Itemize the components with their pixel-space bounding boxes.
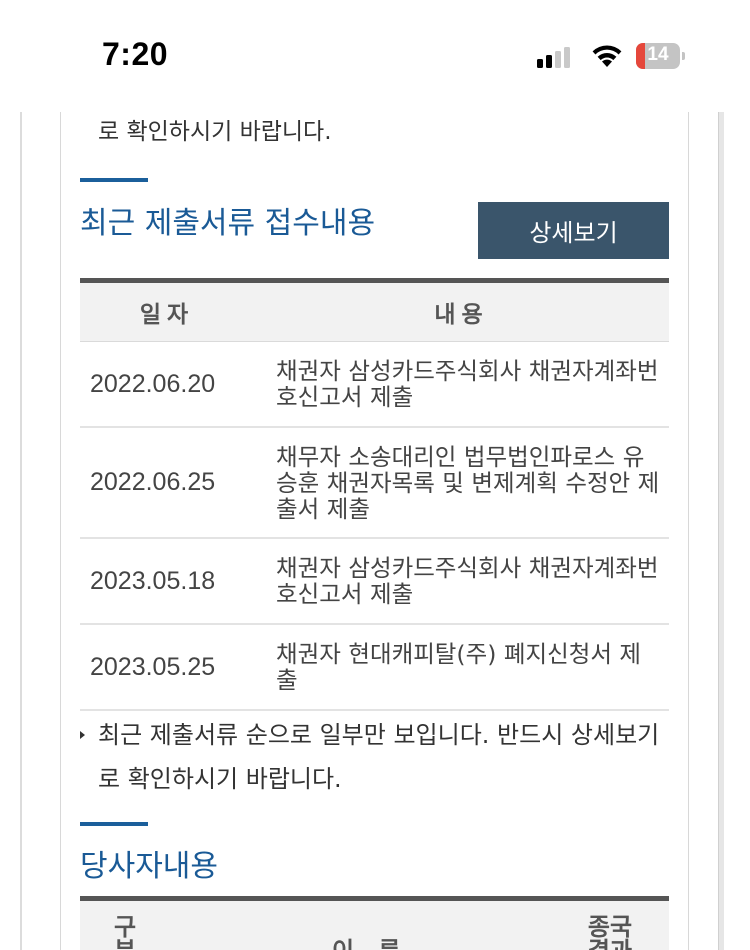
row-date: 2022.06.25 [90, 468, 216, 496]
status-time: 7:20 [102, 36, 169, 72]
table-row: 2023.05.25 채권자 현대캐피탈(주) 폐지신청서 제출 [80, 625, 669, 711]
table-row: 2023.05.18 채권자 삼성카드주식회사 채권자계좌번호신고서 제출 [80, 539, 669, 625]
parties-table-header: 구분 이 름 종국결과 [80, 901, 669, 950]
column-header-date: 일자 [139, 302, 195, 328]
recent-docs-footnote: 최근 제출서류 순으로 일부만 보입니다. 반드시 상세보기로 확인하시기 바랍… [80, 713, 670, 801]
column-header-content: 내용 [434, 302, 489, 328]
row-date: 2023.05.18 [90, 566, 216, 595]
previous-note-text: 로 확인하시기 바랍니다. [98, 119, 332, 145]
recent-docs-table: 일자 내용 2022.06.20 채권자 삼성카드주식회사 채권자계좌번호신고서… [80, 278, 669, 711]
wifi-icon [590, 40, 624, 68]
table-row: 2022.06.25 채무자 소송대리인 법무법인파로스 유승훈 채권자목록 및… [80, 428, 669, 539]
parties-title: 당사자내용 [80, 849, 218, 884]
parties-table: 구분 이 름 종국결과 [80, 896, 669, 950]
section-accent-bar [80, 822, 148, 826]
status-bar: 7:20 14 [0, 0, 750, 110]
table-header: 일자 내용 [80, 283, 669, 342]
column-header-category: 구분 [113, 913, 137, 950]
column-header-name: 이 름 [332, 931, 409, 950]
battery-level: 14 [647, 44, 669, 65]
row-content: 채권자 삼성카드주식회사 채권자계좌번호신고서 제출 [276, 357, 659, 411]
page-frame-left [20, 112, 22, 950]
row-content: 채권자 삼성카드주식회사 채권자계좌번호신고서 제출 [276, 554, 659, 608]
row-date: 2022.06.20 [90, 369, 216, 398]
cellular-signal-icon [537, 46, 577, 68]
recent-docs-title: 최근 제출서류 접수내용 [80, 206, 376, 241]
content-border-left [60, 112, 61, 950]
scrollbar-track[interactable] [718, 112, 724, 950]
column-header-final-result: 종국결과 [587, 913, 633, 950]
row-content: 채무자 소송대리인 법무법인파로스 유승훈 채권자목록 및 변제계획 수정안 제… [276, 442, 660, 523]
table-row: 2022.06.20 채권자 삼성카드주식회사 채권자계좌번호신고서 제출 [80, 342, 669, 428]
row-content: 채권자 현대캐피탈(주) 폐지신청서 제출 [276, 640, 642, 694]
section-accent-bar [80, 178, 148, 182]
footnote-text: 최근 제출서류 순으로 일부만 보입니다. 반드시 상세보기로 확인하시기 바랍… [98, 721, 660, 793]
row-date: 2023.05.25 [90, 652, 216, 681]
battery-icon: 14 [636, 43, 686, 69]
content-border-right [688, 112, 689, 950]
bullet-arrow-icon [80, 731, 85, 739]
detail-view-button[interactable]: 상세보기 [478, 202, 669, 259]
